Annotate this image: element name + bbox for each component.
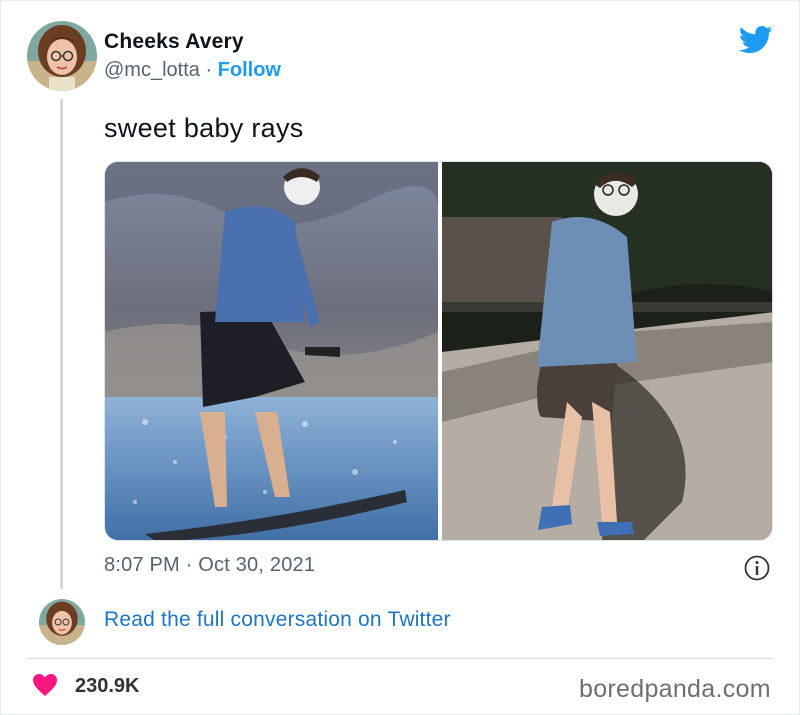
watermark: boredpanda.com xyxy=(579,675,771,703)
footer-divider xyxy=(27,658,773,659)
likes-count: 230.9K xyxy=(75,675,140,697)
display-name[interactable]: Cheeks Avery xyxy=(104,30,244,54)
info-icon[interactable] xyxy=(743,554,771,582)
user-handle[interactable]: @mc_lotta xyxy=(104,59,200,81)
photo-surfer[interactable] xyxy=(105,162,439,540)
profile-avatar[interactable] xyxy=(27,21,97,91)
thread-line xyxy=(60,99,63,589)
tweet-text: sweet baby rays xyxy=(104,113,304,143)
tweet-embed-card: Cheeks Avery @mc_lotta · Follow sweet ba… xyxy=(0,0,800,715)
twitter-bird-icon[interactable] xyxy=(739,25,773,55)
handle-row: @mc_lotta · Follow xyxy=(104,59,281,82)
heart-icon[interactable] xyxy=(32,673,58,697)
reply-avatar[interactable] xyxy=(39,599,85,645)
tweet-timestamp[interactable]: 8:07 PM · Oct 30, 2021 xyxy=(104,554,315,577)
tweet-media[interactable] xyxy=(104,161,773,541)
follow-button[interactable]: Follow xyxy=(218,59,281,81)
handle-separator: · xyxy=(199,59,218,81)
read-full-conversation-link[interactable]: Read the full conversation on Twitter xyxy=(104,608,451,632)
photo-recreation[interactable] xyxy=(442,162,772,540)
